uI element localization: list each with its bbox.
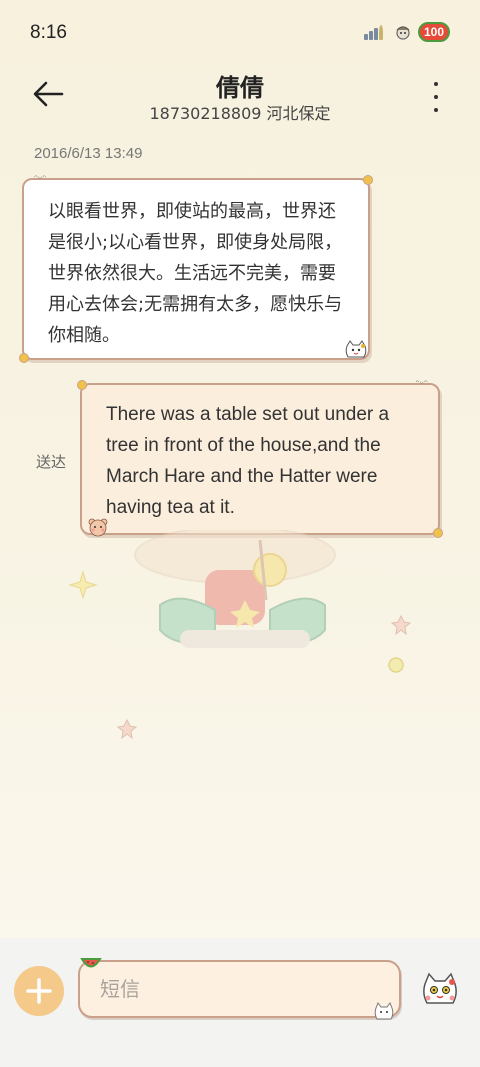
corner-deco-icon (19, 353, 29, 363)
battery-icon: 100 (417, 22, 450, 42)
more-options-button[interactable] (426, 80, 446, 114)
background-illustration (134, 530, 336, 648)
watermelon-deco-icon (80, 958, 102, 968)
incoming-message-bubble[interactable]: ᵔᵕᵔ 以眼看世界，即使站的最高，世界还是很小;以心看世界，即使身处局限，世界依… (19, 174, 373, 363)
plus-icon (26, 978, 52, 1004)
dot-deco-icon (388, 657, 404, 673)
corner-deco-icon (77, 380, 87, 390)
outgoing-message-bubble[interactable]: ᵔᵕᵔ There was a table set out under a tr… (77, 379, 443, 538)
lucky-cat-icon (423, 972, 457, 1004)
star-deco-icon (68, 570, 98, 600)
status-time: 8:16 (30, 22, 67, 43)
corner-deco-icon (363, 175, 373, 185)
status-bar: 8:16 100 (0, 0, 480, 64)
toy-icon (396, 26, 410, 40)
bear-sticker-icon (88, 518, 108, 537)
add-attachment-button[interactable] (14, 966, 64, 1016)
status-icons: 100 (363, 22, 450, 42)
message-timestamp: 2016/6/13 13:49 (34, 145, 143, 162)
outgoing-message-text: There was a table set out under a tree i… (106, 404, 390, 518)
corner-deco-icon (433, 528, 443, 538)
contact-name: 倩倩 (216, 74, 264, 102)
emoji-sticker-button[interactable] (420, 972, 460, 1008)
paw-deco-icon: ᵔᵕᵔ (415, 379, 428, 390)
more-vertical-icon (434, 82, 438, 86)
cat-deco-icon (374, 1002, 394, 1020)
incoming-message-text: 以眼看世界，即使站的最高，世界还是很小;以心看世界，即使身处局限，世界依然很大。… (48, 201, 343, 346)
signal-icon (363, 24, 388, 40)
message-input[interactable] (100, 962, 370, 1016)
lucky-cat-sticker-icon (345, 340, 367, 358)
sent-status: 送达 (36, 453, 67, 471)
message-input-container (78, 958, 401, 1020)
paw-deco-icon: ᵔᵕᵔ (34, 174, 47, 185)
flower-deco-icon (116, 718, 138, 740)
header: 倩倩 18730218809 河北保定 (0, 64, 480, 134)
contact-number-location: 18730218809 河北保定 (149, 104, 331, 123)
flower-deco-icon (390, 614, 412, 636)
